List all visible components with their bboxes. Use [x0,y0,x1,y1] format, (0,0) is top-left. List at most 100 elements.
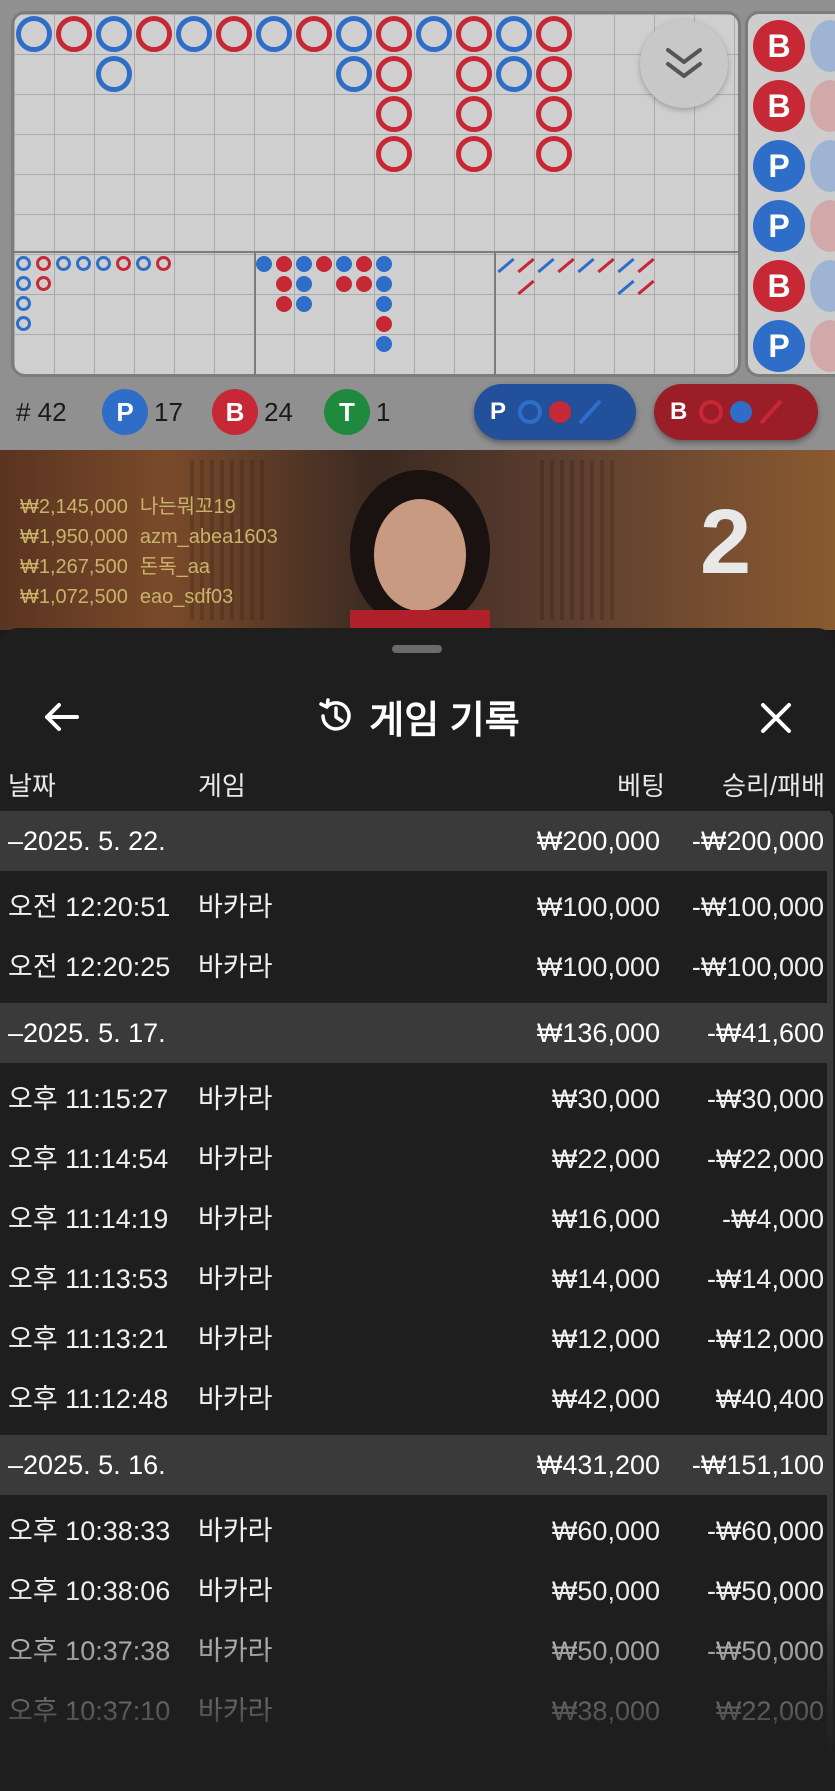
history-row[interactable]: 오후 11:15:27 바카라 ₩30,000 -₩30,000 [0,1069,830,1129]
row-result: -₩30,000 [706,1084,824,1114]
group-result: -₩41,600 [706,1018,824,1048]
history-row[interactable]: 오후 10:37:10 바카라 ₩38,000 ₩22,000 [0,1681,830,1741]
row-game: 바카라 [198,952,273,982]
bead-road-disc-next [810,260,835,312]
date-group-header[interactable]: –2025. 5. 17. ₩136,000 -₩41,600 [0,1003,830,1063]
cockroach-road-mark [617,257,635,274]
row-result: -₩12,000 [706,1324,824,1354]
col-bet: 베팅 [617,771,665,801]
bead-road-disc: P [753,200,805,252]
group-date: –2025. 5. 17. [8,1018,166,1048]
sheet-title-wrap: 게임 기록 [0,688,835,744]
big-road-bead [256,16,292,52]
row-game: 바카라 [198,1576,273,1606]
row-bet: ₩16,000 [551,1204,660,1234]
history-row[interactable]: 오후 11:13:53 바카라 ₩14,000 -₩14,000 [0,1249,830,1309]
big-eye-bead [76,256,91,271]
small-road-bead [276,276,292,292]
group-result: -₩151,100 [691,1450,824,1480]
small-road-bead [356,276,372,292]
big-eye-bead [136,256,151,271]
row-result: -₩22,000 [706,1144,824,1174]
bead-road-disc: P [753,140,805,192]
small-road-bead [276,296,292,312]
history-row[interactable]: 오후 10:38:06 바카라 ₩50,000 -₩50,000 [0,1561,830,1621]
row-game: 바카라 [198,1636,273,1666]
sheet-drag-handle[interactable] [392,645,442,653]
big-eye-bead [16,296,31,311]
cockroach-road-mark [557,257,575,274]
decor-panel [540,460,620,620]
big-road-bead [536,136,572,172]
sheet-title: 게임 기록 [369,699,520,742]
group-bet: ₩136,000 [536,1018,660,1048]
player-badge: P [102,389,148,435]
small-road-bead [296,276,312,292]
date-group-header[interactable]: –2025. 5. 16. ₩431,200 -₩151,100 [0,1435,830,1495]
row-result: ₩22,000 [715,1696,824,1726]
big-road-bead [96,56,132,92]
cockroach-road-mark [597,257,615,274]
row-time: 오후 11:13:53 [8,1264,169,1294]
close-button[interactable] [750,692,802,744]
row-time: 오전 12:20:25 [8,952,171,982]
dealer-image [350,470,490,630]
board-divider [14,251,738,253]
small-road-bead [376,276,392,292]
col-game: 게임 [198,771,246,801]
big-road-bead [376,136,412,172]
history-row[interactable]: 오전 12:20:25 바카라 ₩100,000 -₩100,000 [0,937,830,997]
row-bet: ₩30,000 [551,1084,660,1114]
small-road-bead [336,256,352,272]
big-eye-bead [116,256,131,271]
small-road-bead [376,336,392,352]
board-divider [254,251,256,374]
big-eye-bead [156,256,171,271]
cockroach-road-mark [577,257,595,274]
row-bet: ₩100,000 [536,952,660,982]
player-predict-button[interactable]: P [474,384,636,440]
big-road-bead [56,16,92,52]
big-road-bead [416,16,452,52]
banker-predict-button[interactable]: B [654,384,818,440]
live-video[interactable]: ₩2,145,000 나는뭐꼬19 ₩1,950,000 azm_abea1603 … [0,450,835,630]
big-eye-bead [96,256,111,271]
col-date: 날짜 [8,771,56,801]
small-road-bead [376,316,392,332]
small-road-bead [376,296,392,312]
bead-road-disc: B [753,260,805,312]
big-eye-bead [56,256,71,271]
bead-road-disc-next [810,320,835,372]
big-eye-bead [16,256,31,271]
big-road-bead [96,16,132,52]
collapse-roadmap-button[interactable] [640,20,728,108]
history-row[interactable]: 오후 11:14:19 바카라 ₩16,000 -₩4,000 [0,1189,830,1249]
row-bet: ₩14,000 [551,1264,660,1294]
bead-road-disc-next [810,140,835,192]
scrollbar[interactable] [827,813,833,1773]
row-bet: ₩42,000 [551,1384,660,1414]
row-bet: ₩22,000 [551,1144,660,1174]
small-road-bead [296,296,312,312]
history-row[interactable]: 오후 10:37:38 바카라 ₩50,000 -₩50,000 [0,1621,830,1681]
history-row[interactable]: 오전 12:20:51 바카라 ₩100,000 -₩100,000 [0,877,830,937]
bead-road-disc: P [753,320,805,372]
history-row[interactable]: 오후 11:12:48 바카라 ₩42,000 ₩40,400 [0,1369,830,1429]
history-row[interactable]: 오후 11:13:21 바카라 ₩12,000 -₩12,000 [0,1309,830,1369]
date-group-header[interactable]: –2025. 5. 22. ₩200,000 -₩200,000 [0,811,830,871]
row-result: -₩50,000 [706,1576,824,1606]
column-header: 날짜 게임 베팅 승리/패배 [0,758,835,814]
big-eye-bead [16,276,31,291]
big-road-bead [376,96,412,132]
col-result: 승리/패배 [722,771,825,801]
history-row[interactable]: 오후 10:38:33 바카라 ₩60,000 -₩60,000 [0,1501,830,1561]
history-row[interactable]: 오후 11:14:54 바카라 ₩22,000 -₩22,000 [0,1129,830,1189]
cockroach-road-mark [637,279,655,296]
game-history-sheet: 게임 기록 날짜 게임 베팅 승리/패배 –2025. 5. 22. ₩200,0… [0,628,835,1791]
row-time: 오후 10:37:10 [8,1696,171,1726]
row-game: 바카라 [198,1264,273,1294]
cockroach-road-mark [517,257,535,274]
cockroach-road-mark [497,257,515,274]
history-list[interactable]: –2025. 5. 22. ₩200,000 -₩200,000 오전 12:20:5… [0,811,830,1791]
cockroach-road-mark [617,279,635,296]
